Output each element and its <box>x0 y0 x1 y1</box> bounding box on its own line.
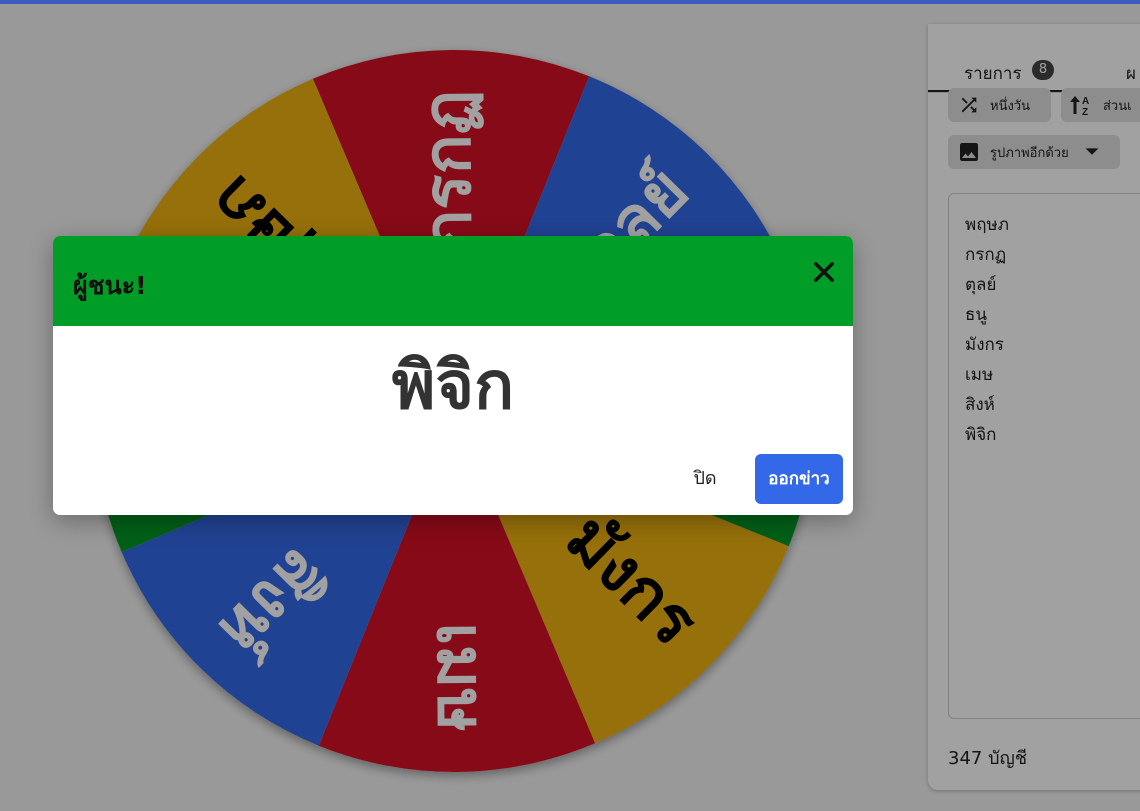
remove-button[interactable]: ออกข่าว <box>755 454 843 504</box>
winner-name: พิจิก <box>391 347 515 424</box>
close-button[interactable]: ปิด <box>675 454 735 504</box>
dialog-title: ผู้ชนะ! <box>73 271 147 300</box>
dialog-header: ผู้ชนะ! <box>53 236 853 326</box>
close-icon[interactable] <box>810 258 838 286</box>
winner-dialog: ผู้ชนะ! พิจิก ปิด ออกข่าว <box>53 236 853 515</box>
